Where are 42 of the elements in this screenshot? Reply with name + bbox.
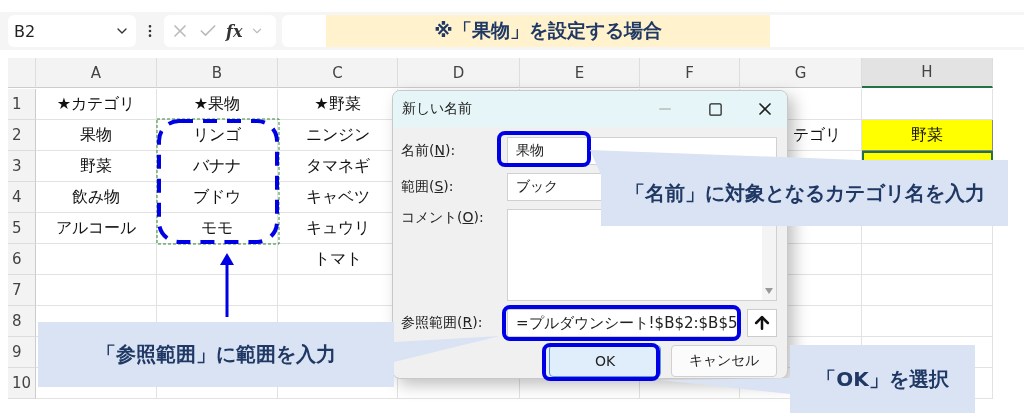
banner: ※「果物」を設定する場合 [326,15,770,47]
select-all-corner[interactable] [8,58,36,88]
row-header[interactable]: 4 [8,182,36,213]
table-cell: ★果物 [157,89,278,120]
dialog-title: 新しい名前 [402,100,473,118]
table-cell: ★カテゴリ [36,89,157,120]
field-label: 参照範囲(R): [401,314,484,332]
table-cell: 果物 [36,120,157,151]
column-header[interactable]: E [520,58,640,88]
row-header[interactable]: 7 [8,275,36,306]
row-header[interactable]: 10 [8,368,36,399]
column-header[interactable]: H [862,58,993,88]
table-cell: アルコール [36,213,157,244]
column-header[interactable]: F [640,58,740,88]
up-arrow [220,253,234,317]
field-label: コメント(O): [401,209,485,227]
table-cell: 野菜 [862,120,993,151]
table-cell: 飲み物 [36,182,157,213]
function-label[interactable]: fx [226,21,243,41]
column-header[interactable]: B [157,58,278,88]
row-header[interactable]: 3 [8,151,36,182]
down-triangle-icon[interactable] [765,288,773,294]
field-label: 範囲(S): [401,178,455,196]
collapse-button[interactable] [747,309,777,337]
column-header[interactable]: A [36,58,157,88]
row-header[interactable]: 5 [8,213,36,244]
table-cell: 野菜 [36,151,157,182]
column-header[interactable]: G [740,58,862,88]
row-header[interactable]: 6 [8,244,36,275]
column-header[interactable]: C [278,58,398,88]
row-header[interactable]: 9 [8,337,36,368]
row-header[interactable]: 1 [8,89,36,120]
ok-button[interactable]: OK [549,345,661,377]
column-header[interactable]: D [398,58,520,88]
row-header[interactable]: 2 [8,120,36,151]
field-label: 名前(N): [401,142,457,160]
instruction-tooltip: 「OK」を選択 [790,345,975,413]
name-box[interactable]: B2 [8,15,136,47]
row-header[interactable]: 8 [8,306,36,337]
formula-field[interactable]: ※「果物」を設定する場合 [282,15,1024,47]
instruction-tooltip: 「参照範囲」に範囲を入力 [38,322,394,387]
cancel-button[interactable]: キャンセル [671,345,777,377]
